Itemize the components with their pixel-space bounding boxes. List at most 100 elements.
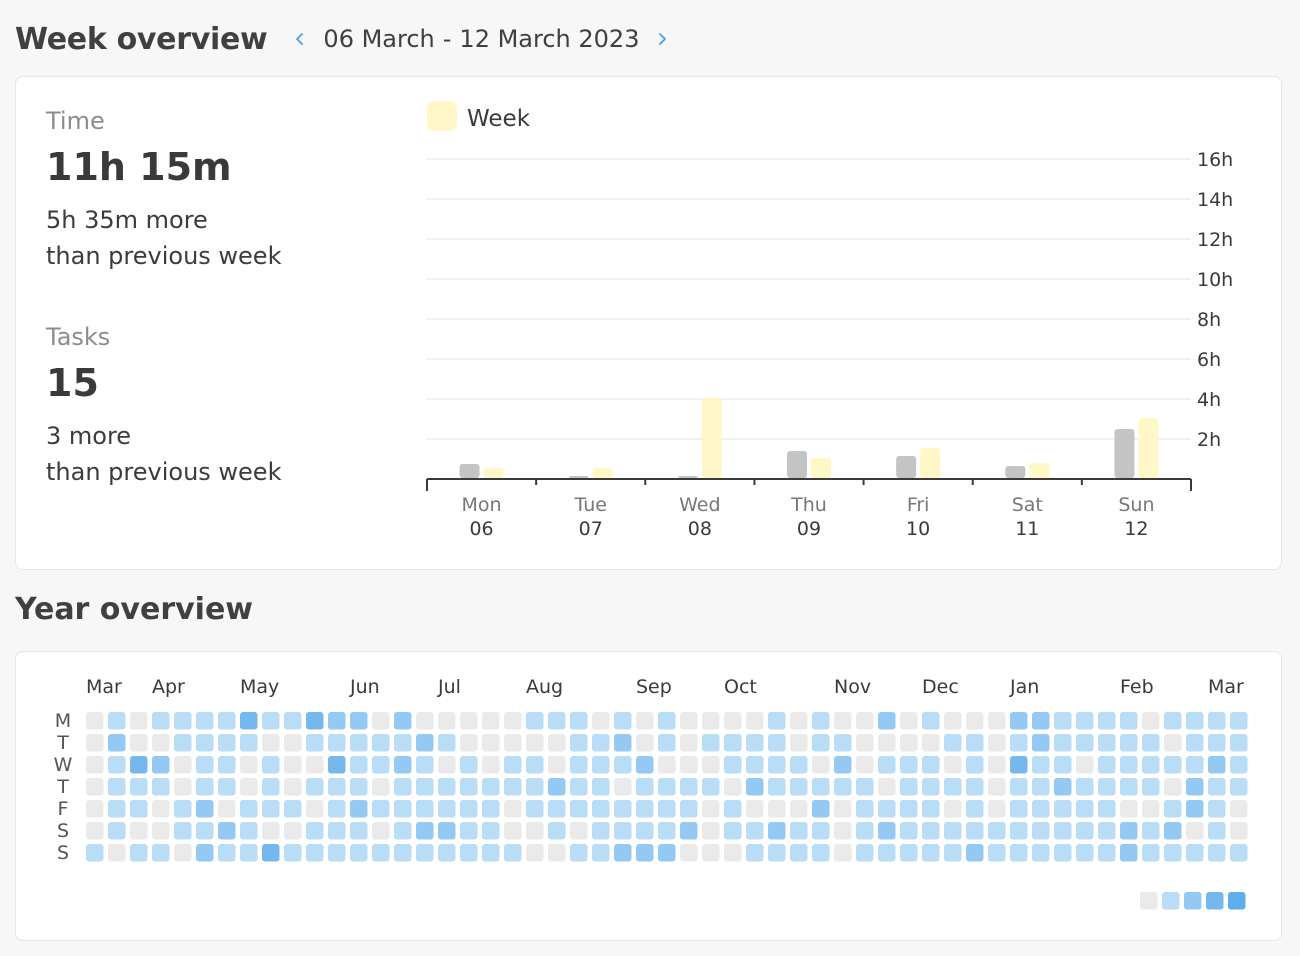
heatmap-cell[interactable] [834, 712, 852, 730]
heatmap-cell[interactable] [394, 712, 412, 730]
heatmap-cell[interactable] [1098, 822, 1116, 840]
heatmap-cell[interactable] [1208, 778, 1226, 796]
heatmap-cell[interactable] [988, 800, 1006, 818]
heatmap-cell[interactable] [372, 712, 390, 730]
heatmap-cell[interactable] [372, 734, 390, 752]
heatmap-cell[interactable] [1208, 800, 1226, 818]
heatmap-cell[interactable] [988, 778, 1006, 796]
heatmap-cell[interactable] [592, 756, 610, 774]
heatmap-cell[interactable] [394, 800, 412, 818]
heatmap-cell[interactable] [152, 844, 170, 862]
heatmap-cell[interactable] [438, 734, 456, 752]
heatmap-cell[interactable] [416, 778, 434, 796]
heatmap-cell[interactable] [636, 778, 654, 796]
heatmap-cell[interactable] [306, 844, 324, 862]
heatmap-cell[interactable] [680, 756, 698, 774]
heatmap-cell[interactable] [1054, 778, 1072, 796]
heatmap-cell[interactable] [1208, 734, 1226, 752]
heatmap-cell[interactable] [240, 778, 258, 796]
heatmap-cell[interactable] [218, 712, 236, 730]
next-week-button[interactable] [649, 26, 675, 52]
heatmap-cell[interactable] [1142, 800, 1160, 818]
heatmap-cell[interactable] [350, 800, 368, 818]
bar-previous[interactable] [568, 476, 589, 478]
heatmap-cell[interactable] [812, 756, 830, 774]
heatmap-cell[interactable] [878, 778, 896, 796]
heatmap-cell[interactable] [218, 756, 236, 774]
heatmap-cell[interactable] [1010, 756, 1028, 774]
heatmap-cell[interactable] [526, 822, 544, 840]
heatmap-cell[interactable] [548, 734, 566, 752]
heatmap-cell[interactable] [284, 844, 302, 862]
heatmap-cell[interactable] [614, 756, 632, 774]
heatmap-cell[interactable] [262, 734, 280, 752]
heatmap-cell[interactable] [702, 844, 720, 862]
heatmap-cell[interactable] [1142, 734, 1160, 752]
heatmap-cell[interactable] [636, 844, 654, 862]
heatmap-cell[interactable] [460, 712, 478, 730]
heatmap-cell[interactable] [702, 756, 720, 774]
heatmap-cell[interactable] [526, 800, 544, 818]
heatmap-cell[interactable] [790, 734, 808, 752]
heatmap-cell[interactable] [1098, 844, 1116, 862]
heatmap-cell[interactable] [152, 822, 170, 840]
heatmap-cell[interactable] [548, 844, 566, 862]
heatmap-cell[interactable] [834, 822, 852, 840]
heatmap-cell[interactable] [944, 800, 962, 818]
heatmap-cell[interactable] [174, 712, 192, 730]
heatmap-cell[interactable] [152, 734, 170, 752]
bar-current[interactable] [920, 448, 941, 478]
heatmap-cell[interactable] [262, 778, 280, 796]
heatmap-cell[interactable] [812, 822, 830, 840]
heatmap-cell[interactable] [922, 800, 940, 818]
heatmap-cell[interactable] [944, 822, 962, 840]
heatmap-cell[interactable] [438, 778, 456, 796]
heatmap-cell[interactable] [900, 844, 918, 862]
heatmap-cell[interactable] [812, 800, 830, 818]
heatmap-cell[interactable] [1164, 734, 1182, 752]
heatmap-cell[interactable] [108, 712, 126, 730]
heatmap-cell[interactable] [570, 778, 588, 796]
heatmap-cell[interactable] [1186, 822, 1204, 840]
heatmap-cell[interactable] [240, 800, 258, 818]
heatmap-cell[interactable] [944, 778, 962, 796]
heatmap-cell[interactable] [856, 756, 874, 774]
heatmap-cell[interactable] [372, 756, 390, 774]
heatmap-cell[interactable] [614, 844, 632, 862]
heatmap-cell[interactable] [1076, 756, 1094, 774]
heatmap-cell[interactable] [1208, 822, 1226, 840]
heatmap-cell[interactable] [922, 756, 940, 774]
heatmap-cell[interactable] [416, 734, 434, 752]
heatmap-cell[interactable] [922, 734, 940, 752]
heatmap-cell[interactable] [878, 712, 896, 730]
heatmap-cell[interactable] [570, 822, 588, 840]
heatmap-cell[interactable] [812, 734, 830, 752]
heatmap-cell[interactable] [350, 822, 368, 840]
heatmap-cell[interactable] [174, 756, 192, 774]
heatmap-cell[interactable] [328, 778, 346, 796]
heatmap-cell[interactable] [1076, 844, 1094, 862]
heatmap-cell[interactable] [1208, 756, 1226, 774]
heatmap-cell[interactable] [548, 800, 566, 818]
bar-previous[interactable] [896, 456, 917, 478]
heatmap-cell[interactable] [944, 844, 962, 862]
heatmap-cell[interactable] [614, 800, 632, 818]
heatmap-cell[interactable] [1054, 800, 1072, 818]
heatmap-cell[interactable] [1054, 844, 1072, 862]
heatmap-cell[interactable] [1120, 822, 1138, 840]
heatmap-cell[interactable] [1032, 844, 1050, 862]
heatmap-cell[interactable] [834, 734, 852, 752]
heatmap-cell[interactable] [526, 712, 544, 730]
heatmap-cell[interactable] [768, 800, 786, 818]
heatmap-cell[interactable] [328, 712, 346, 730]
heatmap-cell[interactable] [526, 734, 544, 752]
heatmap-cell[interactable] [262, 844, 280, 862]
heatmap-cell[interactable] [1230, 778, 1248, 796]
heatmap-cell[interactable] [812, 712, 830, 730]
heatmap-cell[interactable] [306, 756, 324, 774]
heatmap-cell[interactable] [504, 822, 522, 840]
heatmap-cell[interactable] [966, 822, 984, 840]
heatmap-cell[interactable] [1164, 756, 1182, 774]
heatmap-cell[interactable] [1120, 844, 1138, 862]
bar-current[interactable] [483, 468, 504, 478]
